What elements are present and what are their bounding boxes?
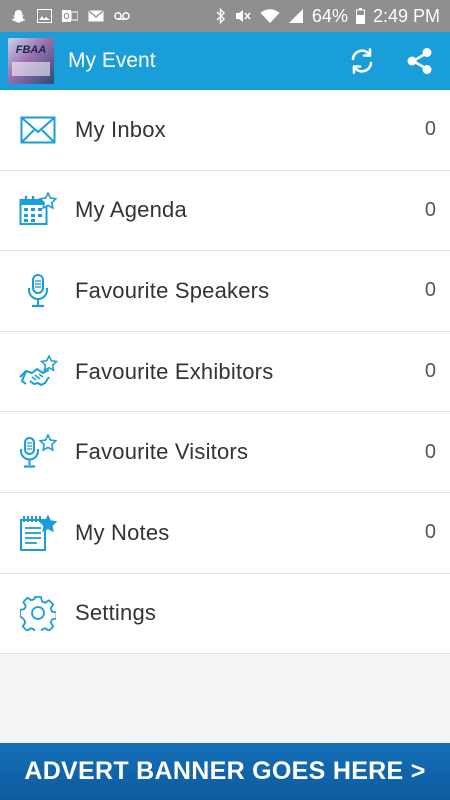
menu-item-favourite-exhibitors[interactable]: Favourite Exhibitors 0 — [0, 332, 450, 413]
menu-item-count: 0 — [424, 198, 436, 221]
microphone-icon — [0, 273, 75, 309]
menu-item-my-notes[interactable]: My Notes 0 — [0, 493, 450, 574]
snapchat-icon — [10, 9, 26, 23]
menu-item-settings[interactable]: Settings — [0, 574, 450, 655]
menu-item-count: 0 — [424, 360, 436, 383]
menu-item-count: 0 — [424, 521, 436, 544]
microphone-star-icon — [0, 434, 75, 470]
share-button[interactable] — [404, 45, 436, 77]
menu-item-my-agenda[interactable]: My Agenda 0 — [0, 171, 450, 252]
mail-icon — [88, 9, 104, 23]
mute-icon — [234, 8, 252, 24]
refresh-button[interactable] — [346, 45, 378, 77]
battery-percent: 64% — [311, 5, 348, 26]
menu-item-label: My Inbox — [75, 116, 166, 142]
menu-item-count: 0 — [424, 440, 436, 463]
app-bar: FBAA My Event — [0, 32, 450, 90]
menu-item-label: My Notes — [75, 519, 170, 545]
menu-item-label: Settings — [75, 600, 157, 626]
menu-item-count: 0 — [424, 118, 436, 141]
calendar-star-icon — [0, 192, 75, 228]
page-title: My Event — [68, 49, 156, 72]
notes-star-icon — [0, 514, 75, 552]
event-logo[interactable]: FBAA — [8, 38, 54, 84]
wifi-icon — [260, 8, 280, 24]
envelope-icon — [0, 116, 75, 144]
voicemail-icon — [114, 9, 130, 23]
image-icon — [36, 9, 52, 23]
handshake-star-icon — [0, 354, 75, 389]
advert-banner[interactable]: ADVERT BANNER GOES HERE > — [0, 743, 450, 800]
menu-item-favourite-visitors[interactable]: Favourite Visitors 0 — [0, 412, 450, 493]
bluetooth-icon — [216, 8, 226, 24]
menu-list: My Inbox 0 My Agenda 0 Favourite Speaker… — [0, 90, 450, 655]
svg-text:O: O — [63, 12, 69, 21]
menu-item-label: Favourite Exhibitors — [75, 358, 274, 384]
status-bar: O 64% 2:49 PM — [0, 0, 450, 32]
status-time: 2:49 PM — [372, 5, 440, 26]
menu-item-label: My Agenda — [75, 197, 187, 223]
menu-item-label: Favourite Visitors — [75, 439, 249, 465]
share-icon — [407, 48, 432, 74]
logo-text: FBAA — [15, 44, 47, 56]
menu-item-my-inbox[interactable]: My Inbox 0 — [0, 90, 450, 171]
outlook-icon: O — [62, 9, 78, 23]
battery-icon — [355, 8, 365, 24]
menu-item-favourite-speakers[interactable]: Favourite Speakers 0 — [0, 251, 450, 332]
gear-icon — [0, 595, 75, 632]
signal-icon — [288, 8, 304, 24]
logo-strip — [12, 62, 50, 76]
menu-item-label: Favourite Speakers — [75, 277, 270, 303]
menu-item-count: 0 — [424, 279, 436, 302]
refresh-icon — [351, 48, 373, 74]
